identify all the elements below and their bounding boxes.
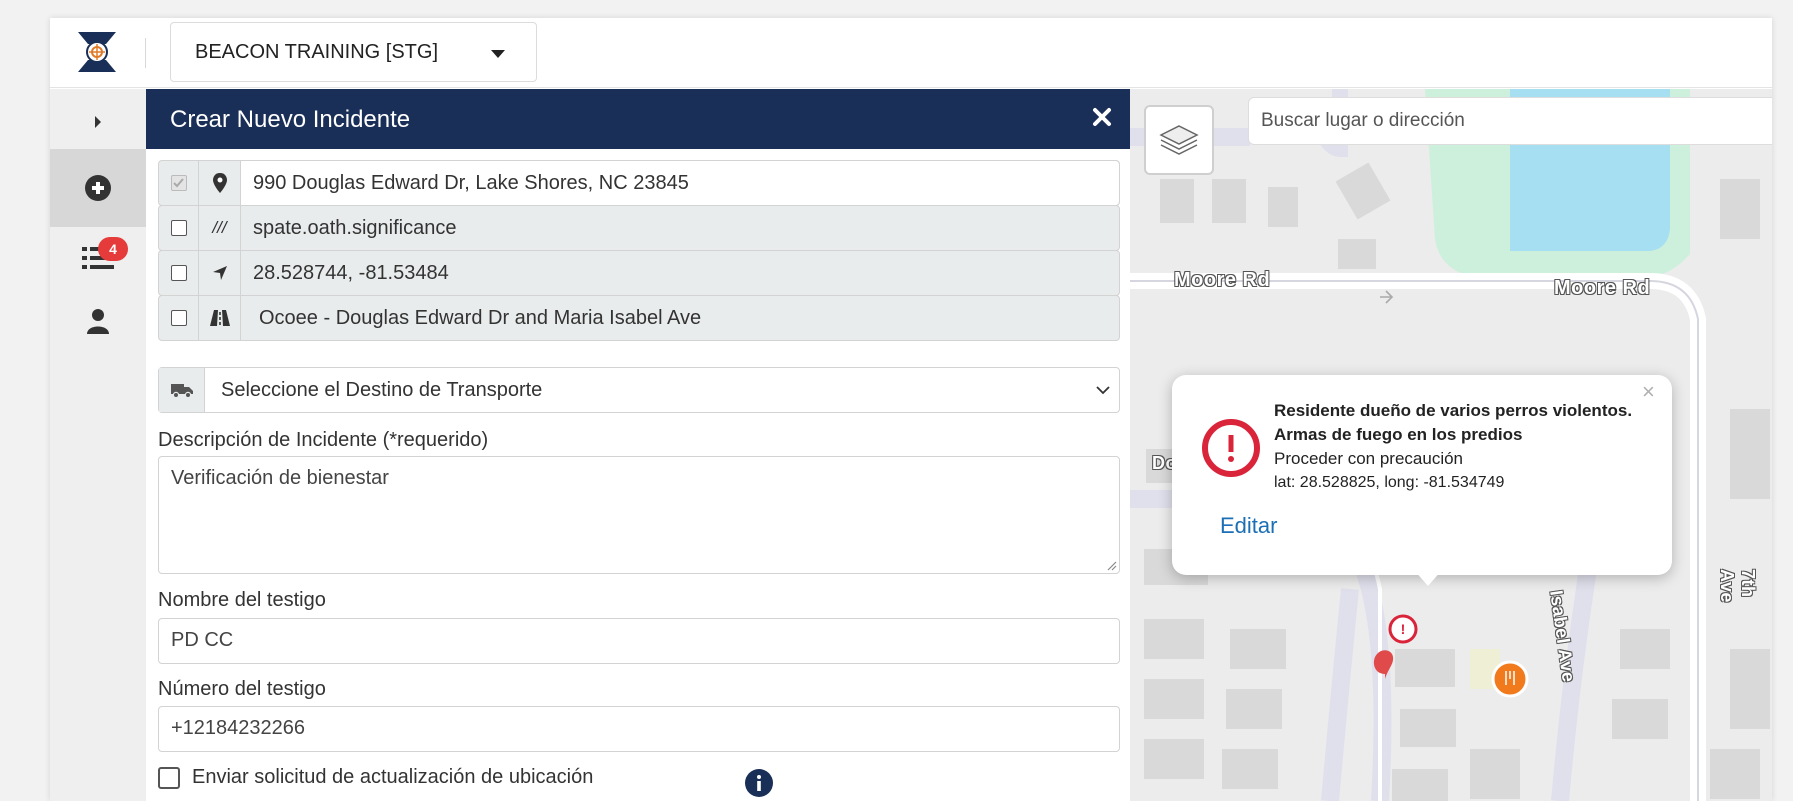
popup-subtitle: Proceder con precaución: [1274, 449, 1464, 468]
intersection-row: Ocoee - Douglas Edward Dr and Maria Isab…: [158, 295, 1120, 341]
description-text: Verificación de bienestar: [171, 467, 389, 489]
resize-handle-icon[interactable]: [1105, 559, 1117, 571]
svg-text:!: !: [1401, 621, 1406, 637]
address-checkbox[interactable]: [159, 161, 199, 205]
witness-number-input[interactable]: +12184232266: [158, 706, 1120, 752]
create-incident-panel: Crear Nuevo Incidente 990 Douglas Edward…: [146, 89, 1130, 801]
info-circle-icon[interactable]: [744, 768, 774, 798]
popup-coordinates: lat: 28.528825, long: -81.534749: [1274, 474, 1505, 491]
send-location-update-checkbox[interactable]: Enviar solicitud de actualización de ubi…: [158, 766, 593, 789]
transport-select-value: Seleccione el Destino de Transporte: [221, 379, 543, 401]
what3words-field[interactable]: spate.oath.significance: [241, 206, 456, 250]
close-icon[interactable]: [1090, 105, 1114, 129]
divider: [145, 38, 146, 68]
slashes-icon: ///: [199, 206, 241, 250]
popup-title: Residente dueño de varios perros violent…: [1274, 401, 1633, 444]
witness-number-label: Número del testigo: [158, 678, 326, 700]
checkbox[interactable]: [158, 766, 180, 789]
road-label-moore-rd: Moore Rd: [1174, 269, 1271, 291]
left-rail: 4: [50, 89, 146, 801]
send-location-update-label: Enviar solicitud de actualización de ubi…: [192, 766, 594, 788]
coordinates-field[interactable]: 28.528744, -81.53484: [241, 251, 449, 295]
incident-list-nav[interactable]: 4: [50, 227, 146, 289]
what3words-checkbox[interactable]: [159, 206, 199, 250]
user-nav[interactable]: [50, 291, 146, 351]
map-marker-icon: [199, 161, 241, 205]
road-label-moore-rd: Moore Rd: [1554, 277, 1651, 299]
witness-name-label: Nombre del testigo: [158, 589, 326, 611]
witness-number-value: +12184232266: [171, 717, 306, 739]
incident-popup: × Residente dueño de varios perros viole…: [1172, 375, 1672, 586]
caret-right-icon: [95, 116, 101, 128]
map-search-input[interactable]: Buscar lugar o dirección: [1248, 97, 1772, 145]
witness-name-input[interactable]: PD CC: [158, 618, 1120, 664]
popup-edit-link[interactable]: Editar: [1220, 513, 1277, 539]
road-icon: [199, 296, 241, 340]
expand-rail-button[interactable]: [50, 97, 146, 147]
description-textarea[interactable]: Verificación de bienestar: [158, 456, 1120, 574]
truck-icon: [159, 368, 205, 412]
intersection-checkbox[interactable]: [159, 296, 199, 340]
location-arrow-icon: [199, 251, 241, 295]
coordinates-checkbox[interactable]: [159, 251, 199, 295]
app-window: BEACON TRAINING [STG] 4 Crear Nuevo Inci…: [50, 18, 1772, 801]
address-row: 990 Douglas Edward Dr, Lake Shores, NC 2…: [158, 160, 1120, 206]
list-count-badge: 4: [98, 237, 128, 261]
panel-header: Crear Nuevo Incidente: [146, 89, 1130, 149]
coordinates-row: 28.528744, -81.53484: [158, 250, 1120, 296]
road-label-7th-ave: 7th Ave: [1717, 569, 1758, 603]
alert-circle-icon: [1202, 419, 1260, 477]
create-incident-nav[interactable]: [50, 149, 146, 227]
address-field[interactable]: 990 Douglas Edward Dr, Lake Shores, NC 2…: [241, 161, 1119, 205]
organization-select[interactable]: BEACON TRAINING [STG]: [170, 22, 537, 82]
what3words-row: /// spate.oath.significance: [158, 205, 1120, 251]
layers-button[interactable]: [1144, 105, 1214, 175]
plus-circle-icon: [85, 175, 111, 201]
popup-pointer: [1414, 570, 1442, 586]
caret-down-icon: [491, 50, 505, 58]
transport-destination-select[interactable]: Seleccione el Destino de Transporte: [158, 367, 1120, 413]
witness-name-value: PD CC: [171, 629, 234, 651]
organization-name: BEACON TRAINING [STG]: [195, 40, 438, 63]
intersection-field[interactable]: Ocoee - Douglas Edward Dr and Maria Isab…: [241, 296, 701, 340]
panel-title: Crear Nuevo Incidente: [170, 106, 411, 133]
layers-icon: [1159, 125, 1199, 155]
top-bar: BEACON TRAINING [STG]: [50, 18, 1772, 88]
user-icon: [87, 309, 109, 334]
description-label: Descripción de Incidente (*requerido): [158, 429, 489, 451]
beacon-logo[interactable]: [76, 30, 118, 74]
chevron-down-icon: [1096, 386, 1110, 395]
map-view[interactable]: ! Buscar lugar o dirección Moore Rd Moor…: [1130, 89, 1772, 801]
